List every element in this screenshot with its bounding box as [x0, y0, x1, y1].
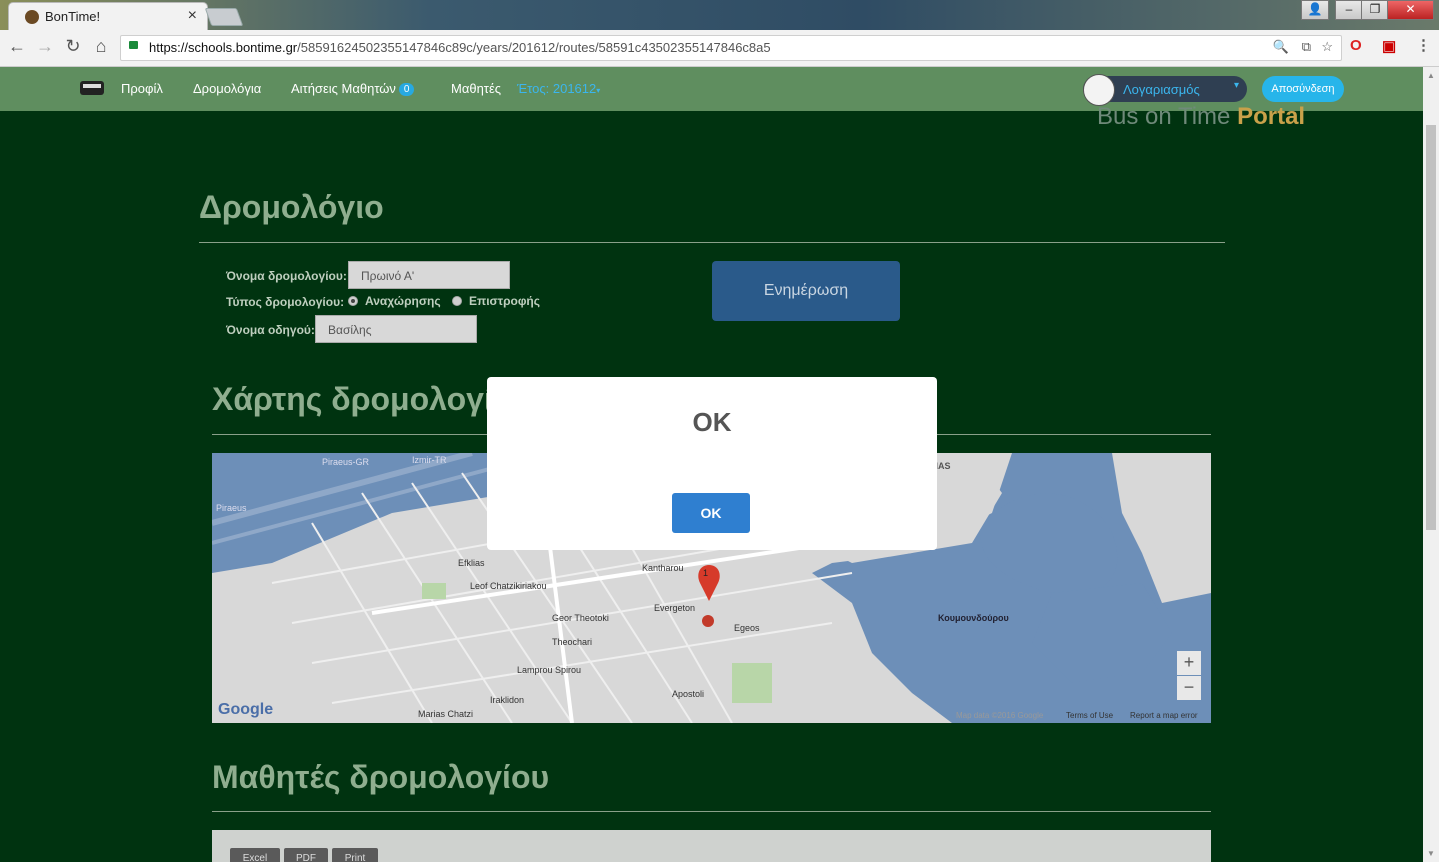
tab-close-icon[interactable]: × [188, 7, 197, 25]
print-button[interactable]: Print [332, 848, 378, 862]
browser-toolbar: ← → ↻ ⌂ https://schools.bontime.gr/58591… [0, 30, 1439, 67]
map-label: Leof Chatzikiriakou [470, 581, 547, 591]
scrollbar-thumb[interactable] [1426, 125, 1436, 530]
map-label: Evergeton [654, 603, 696, 613]
report-error-link[interactable]: Report a map error [1130, 711, 1198, 720]
map-attribution: Map data ©2016 Google [956, 711, 1044, 720]
map-label: Egeos [734, 623, 760, 633]
logout-button[interactable]: Αποσύνδεση [1262, 76, 1344, 102]
route-name-label: Όνομα δρομολογίου: [226, 269, 347, 283]
route-type-label: Τύπος δρομολογίου: [226, 295, 345, 309]
dialog-ok-button[interactable]: OK [672, 493, 750, 533]
bookmark-star-icon[interactable]: ☆ [1321, 39, 1333, 55]
map-label: Theochari [552, 637, 593, 647]
map-label: Piraeus-GR [322, 457, 370, 467]
forward-icon[interactable]: → [34, 36, 56, 57]
page-content: Προφίλ Δρομολόγια Αιτήσεις Μαθητών 0 Μαθη… [0, 67, 1423, 862]
window-titlebar: BonTime! × 👤 – ❐ ✕ [0, 0, 1439, 31]
marker-label: 1 [703, 568, 709, 578]
menu-icon[interactable]: ⋮ [1416, 36, 1431, 54]
divider [212, 811, 1211, 812]
nav-students[interactable]: Μαθητές [451, 81, 501, 96]
map-label: Iraklidon [490, 695, 525, 705]
page-scrollbar[interactable]: ▲ ▼ [1423, 67, 1439, 862]
update-button[interactable]: Ενημέρωση [712, 261, 900, 321]
divider [199, 242, 1225, 243]
map-label: Izmir-TR [412, 455, 447, 465]
brand-logo: Bus on Time Portal [1097, 103, 1306, 130]
tab-title: BonTime! [45, 9, 101, 24]
favicon-icon [25, 10, 39, 24]
driver-name-input[interactable]: Βασίλης [315, 315, 477, 343]
scroll-up-icon[interactable]: ▲ [1427, 71, 1435, 80]
zoom-icon[interactable]: 🔍 [1273, 39, 1289, 55]
departure-label: Αναχώρησης [365, 294, 441, 308]
caret-down-icon: ▾ [1233, 80, 1239, 91]
export-pdf-button[interactable]: PDF [284, 848, 328, 862]
students-panel: Excel PDF Print [212, 830, 1211, 862]
zoom-out-button[interactable]: − [1177, 676, 1201, 700]
bus-logo-icon[interactable] [80, 81, 104, 95]
export-excel-button[interactable]: Excel [230, 848, 280, 862]
map-label: Kantharou [642, 563, 684, 573]
extension-icon[interactable]: ▣ [1382, 37, 1396, 55]
browser-tab[interactable]: BonTime! × [8, 2, 208, 31]
radio-departure[interactable] [348, 296, 358, 306]
translate-icon[interactable]: ⧉ [1302, 39, 1311, 55]
map-label: Apostoli [672, 689, 705, 699]
students-heading: Μαθητές δρομολογίου [212, 759, 550, 795]
url-text: https://schools.bontime.gr/5859162450235… [149, 40, 771, 55]
map-label: Lamprou Spirou [517, 665, 582, 675]
maximize-button[interactable]: ❐ [1361, 0, 1389, 20]
close-window-button[interactable]: ✕ [1387, 0, 1434, 20]
dialog-title: OK [692, 407, 732, 437]
map-label: Κουμουνδούρου [938, 613, 1009, 623]
map-label: Efklias [458, 558, 485, 568]
route-heading: Δρομολόγιο [199, 189, 384, 225]
school-avatar-icon [1083, 74, 1115, 106]
zoom-in-button[interactable]: + [1177, 651, 1201, 675]
terms-link[interactable]: Terms of Use [1066, 711, 1113, 720]
driver-name-label: Όνομα οδηγού: [226, 323, 315, 337]
account-dropdown[interactable]: Λογαριασμός ▾ [1083, 74, 1247, 106]
scroll-down-icon[interactable]: ▼ [1427, 849, 1435, 858]
lock-icon [129, 41, 138, 49]
map-label: Geor Theotoki [552, 613, 609, 623]
user-icon[interactable]: 👤 [1301, 0, 1329, 20]
google-logo[interactable]: Google [218, 701, 273, 719]
alert-dialog: OK OK [487, 377, 937, 550]
map-heading: Χάρτης δρομολογί [212, 381, 493, 417]
home-icon[interactable]: ⌂ [90, 36, 112, 57]
return-label: Επιστροφής [469, 294, 540, 308]
address-bar[interactable]: https://schools.bontime.gr/5859162450235… [120, 35, 1342, 61]
year-dropdown[interactable]: Έτος: 201612▾ [517, 81, 600, 96]
map-label: Marias Chatzi [418, 709, 474, 719]
nav-routes[interactable]: Δρομολόγια [193, 81, 261, 96]
opera-icon[interactable]: O [1350, 37, 1362, 54]
map-label: Piraeus [216, 503, 247, 513]
new-tab-button[interactable] [204, 8, 244, 26]
nav-student-requests[interactable]: Αιτήσεις Μαθητών 0 [291, 81, 415, 96]
back-icon[interactable]: ← [6, 36, 28, 57]
radio-return[interactable] [452, 296, 462, 306]
nav-profile[interactable]: Προφίλ [121, 81, 163, 96]
account-label: Λογαριασμός [1123, 82, 1200, 97]
minimize-button[interactable]: – [1335, 0, 1363, 20]
requests-badge: 0 [398, 83, 415, 96]
reload-icon[interactable]: ↻ [62, 36, 84, 57]
route-name-input[interactable]: Πρωινό Α' [348, 261, 510, 289]
